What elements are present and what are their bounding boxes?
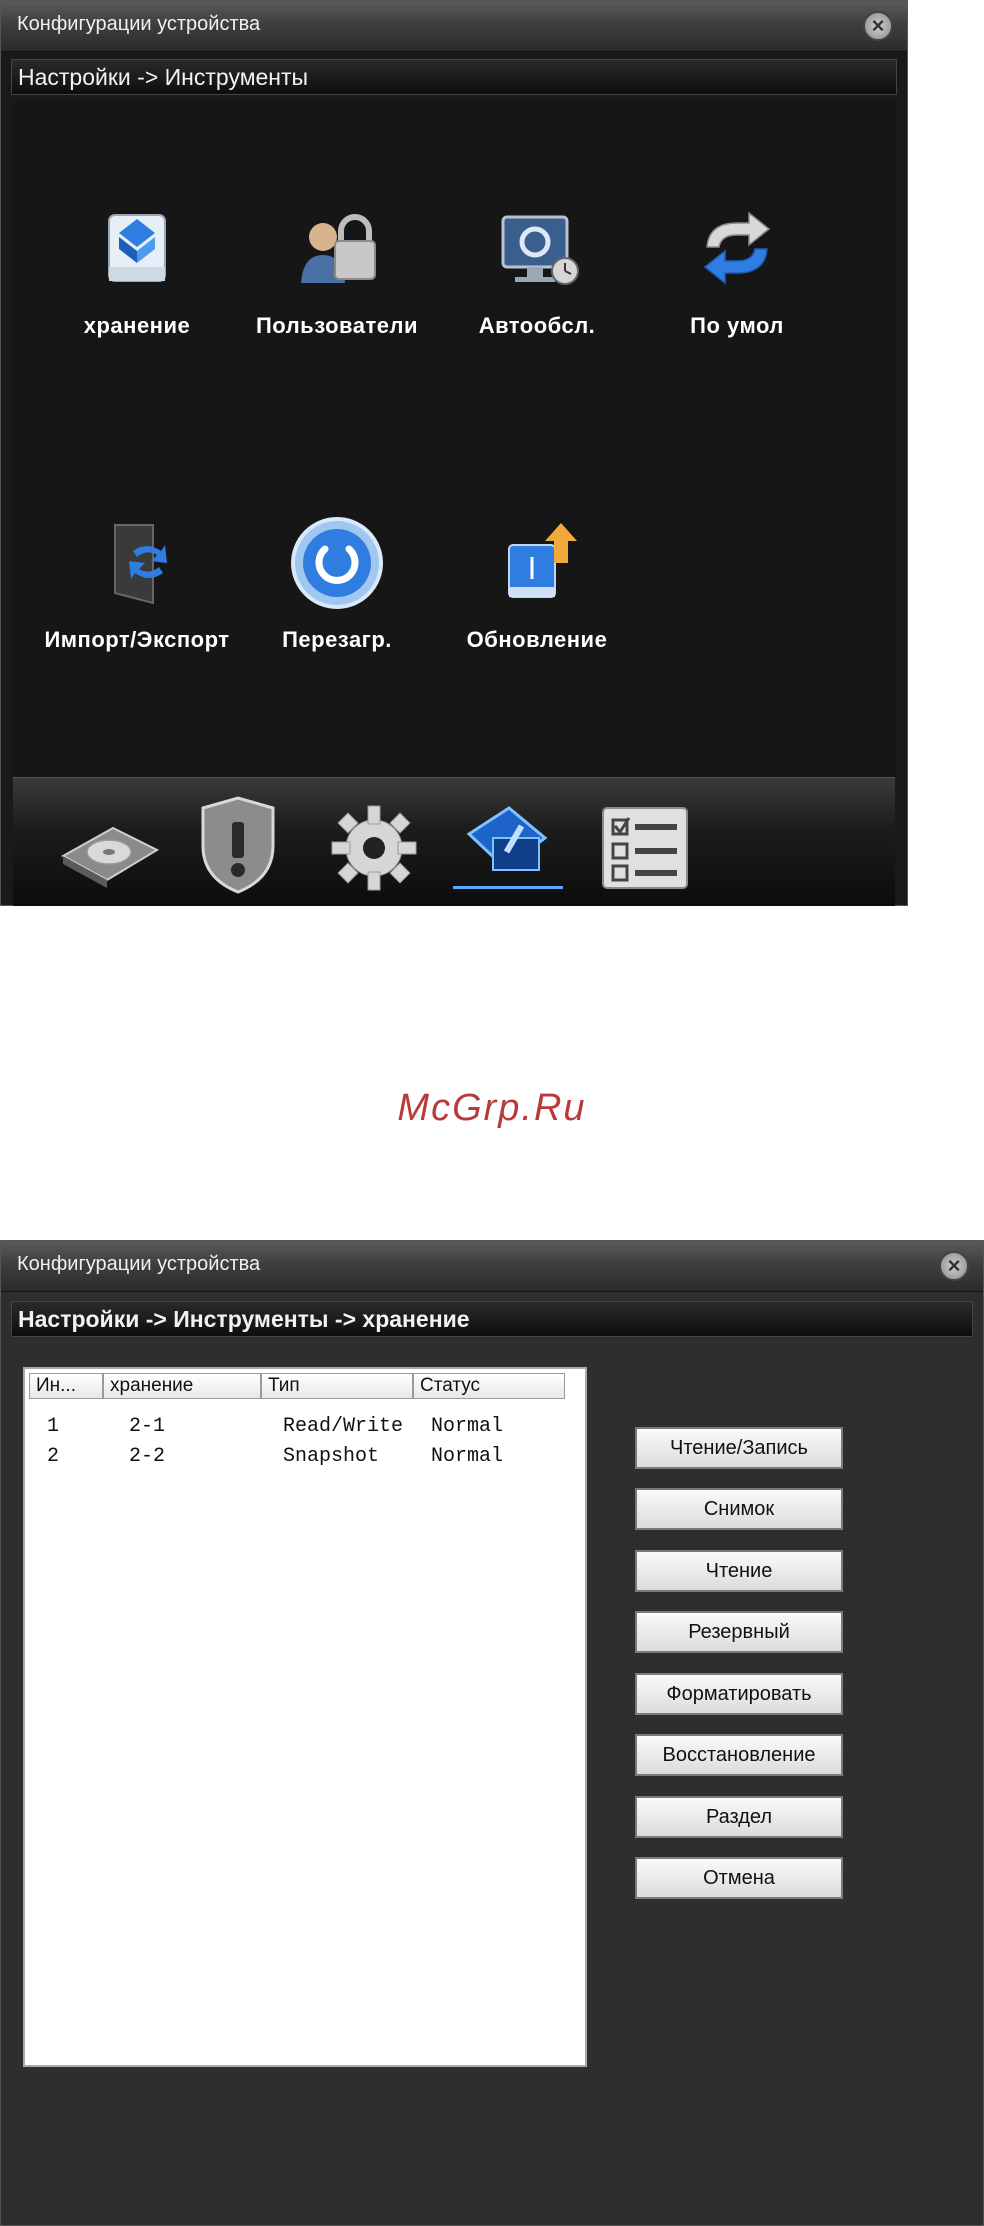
snapshot-button[interactable]: Снимок <box>635 1488 843 1530</box>
tool-label: хранение <box>83 313 191 338</box>
config-window-tools: Конфигурации устройства × Настройки -> И… <box>0 0 908 906</box>
partition-button[interactable]: Раздел <box>635 1796 843 1838</box>
tool-auto-maintenance[interactable]: Автообсл. <box>437 197 637 339</box>
import-export-icon <box>87 511 187 611</box>
redundant-button[interactable]: Резервный <box>635 1611 843 1653</box>
tool-update[interactable]: Обновление <box>437 511 637 653</box>
tools-icon[interactable] <box>453 794 563 898</box>
disk-icon[interactable] <box>53 794 163 898</box>
cancel-button[interactable]: Отмена <box>635 1857 843 1899</box>
tool-label: Обновление <box>466 627 608 652</box>
title-bar: Конфигурации устройства × <box>1 1241 983 1292</box>
tools-grid: хранение Пользователи Автообсл. По умол … <box>13 101 895 777</box>
column-header-type[interactable]: Тип <box>261 1373 413 1399</box>
breadcrumb: Настройки -> Инструменты <box>11 59 897 95</box>
cell-storage: 2-2 <box>129 1445 166 1468</box>
format-button[interactable]: Форматировать <box>635 1673 843 1715</box>
gear-icon[interactable] <box>319 794 429 898</box>
reboot-icon <box>287 511 387 611</box>
window-title: Конфигурации устройства <box>17 1253 261 1275</box>
cell-type: Read/Write <box>283 1415 404 1438</box>
info-checklist-icon[interactable] <box>589 794 699 898</box>
title-bar: Конфигурации устройства × <box>1 1 907 52</box>
storage-icon <box>87 197 187 297</box>
cell-status: Normal <box>431 1445 504 1468</box>
column-header-storage[interactable]: хранение <box>103 1373 261 1399</box>
tool-label: Перезагр. <box>282 627 392 652</box>
table-row[interactable]: 1 2-1 Read/Write Normal <box>29 1413 581 1443</box>
cell-status: Normal <box>431 1415 504 1438</box>
tool-label: Пользователи <box>255 313 418 338</box>
column-header-index[interactable]: Ин... <box>29 1373 103 1399</box>
bottom-tab-bar <box>13 777 895 906</box>
list-header: Ин... хранение Тип Статус <box>29 1373 581 1401</box>
restore-default-icon <box>687 197 787 297</box>
tool-storage[interactable]: хранение <box>37 197 237 339</box>
close-icon[interactable]: × <box>939 1251 969 1281</box>
tool-label: Импорт/Экспорт <box>44 627 230 652</box>
config-window-storage: Конфигурации устройства × Настройки -> И… <box>0 1240 984 2226</box>
alarm-shield-icon[interactable] <box>183 794 293 898</box>
recover-button[interactable]: Восстановление <box>635 1734 843 1776</box>
storage-list[interactable]: Ин... хранение Тип Статус 1 2-1 Read/Wri… <box>23 1367 587 2067</box>
read-only-button[interactable]: Чтение <box>635 1550 843 1592</box>
breadcrumb: Настройки -> Инструменты -> хранение <box>11 1301 973 1337</box>
table-row[interactable]: 2 2-2 Snapshot Normal <box>29 1443 581 1473</box>
tool-import-export[interactable]: Импорт/Экспорт <box>37 511 237 653</box>
watermark-text: McGrp.Ru <box>397 1087 587 1129</box>
window-title: Конфигурации устройства <box>17 13 261 35</box>
update-icon <box>487 511 587 611</box>
auto-maintenance-icon <box>487 197 587 297</box>
cell-index: 2 <box>47 1445 60 1468</box>
users-lock-icon <box>287 197 387 297</box>
column-header-status[interactable]: Статус <box>413 1373 565 1399</box>
read-write-button[interactable]: Чтение/Запись <box>635 1427 843 1469</box>
tool-label: По умол <box>690 313 784 338</box>
close-icon[interactable]: × <box>863 11 893 41</box>
cell-storage: 2-1 <box>129 1415 166 1438</box>
cell-type: Snapshot <box>283 1445 380 1468</box>
tool-users[interactable]: Пользователи <box>237 197 437 339</box>
tool-reboot[interactable]: Перезагр. <box>237 511 437 653</box>
tool-label: Автообсл. <box>478 313 596 338</box>
tool-default[interactable]: По умол <box>637 197 837 339</box>
cell-index: 1 <box>47 1415 60 1438</box>
